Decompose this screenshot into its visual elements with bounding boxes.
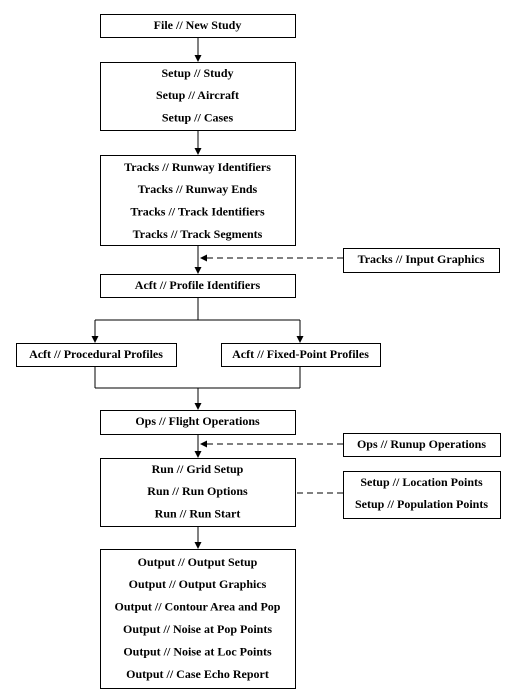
- box-label: Setup // Study: [161, 66, 233, 80]
- box-label: Output // Output Setup: [138, 555, 258, 569]
- box-setup: Setup // Study Setup // Aircraft Setup // …: [100, 62, 296, 131]
- box-label: File // New Study: [154, 18, 242, 32]
- box-ops-flight: Ops // Flight Operations: [100, 410, 296, 435]
- box-label: Tracks // Track Identifiers: [130, 205, 265, 219]
- box-setup-points: Setup // Location Points Setup // Populat…: [343, 471, 501, 519]
- box-label: Run // Run Options: [147, 484, 248, 498]
- box-label: Run // Run Start: [155, 507, 241, 521]
- box-acft-procedural: Acft // Procedural Profiles: [16, 343, 177, 367]
- box-label: Setup // Location Points: [360, 475, 483, 489]
- box-label: Output // Output Graphics: [129, 577, 267, 591]
- box-label: Ops // Flight Operations: [135, 414, 260, 428]
- box-label: Run // Grid Setup: [152, 462, 244, 476]
- box-label: Output // Noise at Pop Points: [123, 622, 272, 636]
- box-label: Setup // Aircraft: [156, 88, 239, 102]
- box-label: Setup // Cases: [162, 111, 234, 125]
- box-label: Output // Contour Area and Pop: [115, 600, 281, 614]
- box-acft-fixed: Acft // Fixed-Point Profiles: [221, 343, 381, 367]
- box-label: Output // Noise at Loc Points: [123, 644, 272, 658]
- box-tracks-input: Tracks // Input Graphics: [343, 248, 500, 273]
- box-label: Tracks // Runway Identifiers: [124, 160, 271, 174]
- box-label: Setup // Population Points: [355, 497, 488, 511]
- box-tracks: Tracks // Runway Identifiers Tracks // Ru…: [100, 155, 296, 246]
- box-acft-profile: Acft // Profile Identifiers: [100, 274, 296, 298]
- box-label: Tracks // Runway Ends: [138, 182, 258, 196]
- box-label: Acft // Procedural Profiles: [29, 347, 163, 361]
- box-label: Acft // Profile Identifiers: [135, 278, 261, 292]
- box-label: Tracks // Input Graphics: [358, 252, 485, 266]
- box-label: Output // Case Echo Report: [126, 667, 269, 681]
- box-label: Acft // Fixed-Point Profiles: [232, 347, 369, 361]
- box-run: Run // Grid Setup Run // Run Options Run /…: [100, 458, 296, 527]
- box-file: File // New Study: [100, 14, 296, 38]
- box-label: Tracks // Track Segments: [133, 227, 263, 241]
- box-output: Output // Output Setup Output // Output G…: [100, 549, 296, 689]
- flowchart: File // New StudySetup // StudySetup // …: [16, 14, 501, 689]
- box-ops-runup: Ops // Runup Operations: [343, 433, 501, 457]
- box-label: Ops // Runup Operations: [357, 437, 486, 451]
